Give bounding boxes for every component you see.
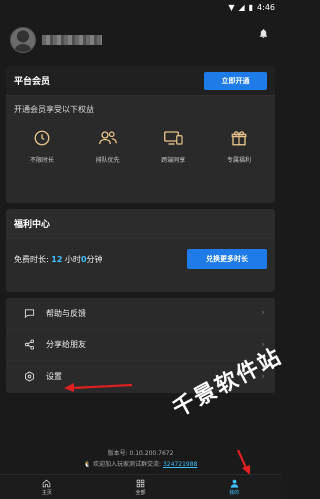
- benefit-label: 排队优先: [95, 157, 120, 164]
- welfare-card: 福利中心 免费时长: 12 小时0分钟 兑换更多时长: [6, 209, 275, 292]
- vip-subtitle: 开通会员享受以下权益: [14, 105, 94, 114]
- welfare-body: 免费时长: 12 小时0分钟 兑换更多时长: [6, 239, 275, 279]
- status-bar: ▼ ◢ ▮ 4:46: [0, 0, 281, 14]
- free-hours: 12: [51, 254, 63, 264]
- benefit-label: 不限时长: [29, 157, 54, 164]
- qq-group-link[interactable]: 324721988: [163, 461, 197, 468]
- username-blurred: [42, 35, 102, 45]
- person-icon: [230, 479, 238, 488]
- benefit-exclusive: 专属福利: [211, 127, 267, 164]
- menu-label: 分享给朋友: [46, 340, 86, 350]
- battery-icon: ▮: [248, 2, 254, 12]
- tab-label: 我的: [229, 489, 240, 496]
- benefit-label: 专属福利: [226, 157, 251, 164]
- benefits-row: 不限时长 排队优先 跨端同享 专属福利: [6, 115, 275, 164]
- tab-home[interactable]: 主页: [0, 475, 94, 499]
- tab-mine[interactable]: 我的: [187, 475, 281, 499]
- devices-icon: [145, 127, 201, 149]
- open-vip-button[interactable]: 立即开通: [204, 71, 267, 90]
- join-text: 欢迎加入玩家测试群交流:: [93, 461, 163, 468]
- tab-label: 全部: [135, 489, 146, 496]
- benefit-label: 跨端同享: [161, 157, 186, 164]
- users-icon: [80, 127, 136, 149]
- tab-all[interactable]: 全部: [94, 475, 188, 499]
- free-time-text: 免费时长: 12 小时0分钟: [14, 254, 103, 265]
- menu-item-help[interactable]: 帮助与反馈 ›: [6, 298, 275, 330]
- vip-card: 平台会员 立即开通 开通会员享受以下权益 不限时长 排队优先 跨端同享 专属福利: [6, 66, 275, 203]
- clock-icon: [14, 127, 70, 149]
- chevron-right-icon: ›: [261, 308, 265, 319]
- benefit-priority: 排队优先: [80, 127, 136, 164]
- red-arrow-annotation: [64, 383, 133, 392]
- tab-label: 主页: [41, 489, 52, 496]
- menu-label: 帮助与反馈: [46, 308, 86, 318]
- signal-icon: ◢: [238, 2, 245, 12]
- free-time-prefix: 免费时长:: [14, 254, 52, 264]
- red-arrow-annotation: [236, 449, 250, 475]
- bottom-nav: 主页 全部 我的: [0, 474, 281, 499]
- penguin-icon: 🐧: [83, 461, 92, 468]
- share-icon: [22, 338, 36, 352]
- avatar[interactable]: [10, 27, 36, 53]
- welfare-header: 福利中心: [6, 209, 275, 239]
- vip-header: 平台会员 立即开通: [6, 66, 275, 96]
- minute-unit: 分钟: [86, 254, 103, 264]
- grid-icon: [136, 479, 145, 487]
- gear-icon: [22, 370, 36, 384]
- vip-title: 平台会员: [14, 77, 51, 87]
- exchange-time-button[interactable]: 兑换更多时长: [187, 249, 267, 269]
- gift-icon: [211, 127, 267, 149]
- notification-bell-icon[interactable]: [257, 28, 269, 40]
- welfare-title: 福利中心: [14, 220, 51, 230]
- benefit-unlimited: 不限时长: [14, 127, 70, 164]
- wifi-icon: ▼: [228, 2, 235, 12]
- chat-icon: [22, 306, 36, 320]
- home-icon: [43, 479, 51, 487]
- hour-unit: 小时: [62, 254, 81, 264]
- menu-item-share[interactable]: 分享给朋友 ›: [6, 329, 275, 361]
- benefit-cross-device: 跨端同享: [145, 127, 201, 164]
- profile-header: [0, 14, 281, 66]
- status-time: 4:46: [257, 2, 275, 12]
